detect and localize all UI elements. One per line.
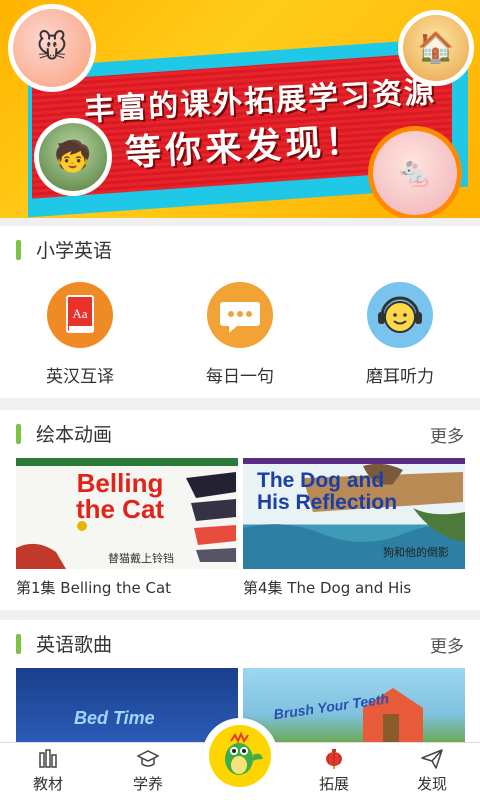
nav-label: 拓展 xyxy=(318,775,349,793)
lantern-icon xyxy=(323,749,345,769)
feature-icons-row: Aa 英汉互译 每日一句 磨耳听力 xyxy=(0,282,480,402)
nav-label: 教材 xyxy=(32,775,63,793)
reader-illustration: 🧒 xyxy=(34,118,112,196)
nav-discover[interactable]: 发现 xyxy=(384,743,480,800)
section-header: 英语歌曲 更多 xyxy=(0,620,480,666)
svg-text:Aa: Aa xyxy=(72,306,87,321)
thumbnail-title: Belling the Cat xyxy=(75,468,165,524)
section-header: 绘本动画 更多 xyxy=(0,410,480,456)
video-card[interactable]: Belling the Cat 替猫戴上铃铛 第1集 Belling the C… xyxy=(16,458,238,598)
graduation-cap-icon xyxy=(136,749,160,769)
listening-button[interactable]: 磨耳听力 xyxy=(330,282,470,387)
song-thumbnail: Bed Time xyxy=(16,668,238,744)
nav-extension[interactable]: 拓展 xyxy=(286,743,382,800)
song-card[interactable]: Brush Your Teeth xyxy=(243,668,465,744)
card-caption: 第1集 Belling the Cat xyxy=(16,579,172,597)
picture-books-section: 绘本动画 更多 Belling the Cat 替猫戴上铃铛 第1集 Belli… xyxy=(0,410,480,610)
song-thumbnail: Brush Your Teeth xyxy=(243,668,465,744)
nav-label: 学养 xyxy=(132,775,163,793)
section-title: 小学英语 xyxy=(36,240,113,262)
section-header: 小学英语 xyxy=(0,226,480,272)
song-card[interactable]: Bed Time xyxy=(16,668,238,744)
video-thumbnail: Belling the Cat 替猫戴上铃铛 xyxy=(16,458,238,569)
translate-button[interactable]: Aa 英汉互译 xyxy=(10,282,150,387)
nav-literacy[interactable]: 学养 xyxy=(100,743,196,800)
thumbnail-subtitle: 替猫戴上铃铛 xyxy=(108,552,174,565)
sleeping-mouse-illustration: 🐁 xyxy=(368,126,462,218)
video-thumbnail: The Dog and His Reflection 狗和他的倒影 xyxy=(243,458,465,569)
more-link[interactable]: 更多 xyxy=(430,422,464,447)
more-link[interactable]: 更多 xyxy=(430,632,464,657)
thumbnail-title: The Dog and His Reflection xyxy=(257,469,398,514)
dragon-mascot-icon xyxy=(209,725,271,787)
nav-textbook[interactable]: 教材 xyxy=(0,743,96,800)
textbook-icon xyxy=(37,749,59,769)
card-caption: 第4集 The Dog and His xyxy=(243,579,412,597)
headphones-icon xyxy=(367,282,433,348)
primary-english-section: 小学英语 Aa 英汉互译 每日一句 磨耳听力 xyxy=(0,226,480,398)
daily-sentence-button[interactable]: 每日一句 xyxy=(170,282,310,387)
dictionary-icon: Aa xyxy=(47,282,113,348)
thumbnail-subtitle: 狗和他的倒影 xyxy=(383,546,449,559)
translate-label: 英汉互译 xyxy=(46,367,114,387)
nav-label: 发现 xyxy=(416,775,447,793)
chat-bubble-icon xyxy=(207,282,273,348)
section-accent-bar xyxy=(16,240,21,260)
section-accent-bar xyxy=(16,634,21,654)
center-mascot-button[interactable] xyxy=(202,718,278,794)
house-illustration: 🏠 xyxy=(398,10,474,86)
paper-plane-icon xyxy=(421,749,443,769)
promo-banner[interactable]: 丰富的课外拓展学习资源 等你来发现！ 🐭 🏠 🧒 🐁 xyxy=(0,0,480,218)
video-card[interactable]: The Dog and His Reflection 狗和他的倒影 第4集 Th… xyxy=(243,458,465,598)
section-title: 英语歌曲 xyxy=(36,634,113,656)
thumbnail-title: Bed Time xyxy=(74,708,155,728)
mice-illustration: 🐭 xyxy=(8,4,96,92)
section-accent-bar xyxy=(16,424,21,444)
daily-sentence-label: 每日一句 xyxy=(206,367,274,387)
listening-label: 磨耳听力 xyxy=(366,367,434,387)
section-title: 绘本动画 xyxy=(36,424,113,446)
